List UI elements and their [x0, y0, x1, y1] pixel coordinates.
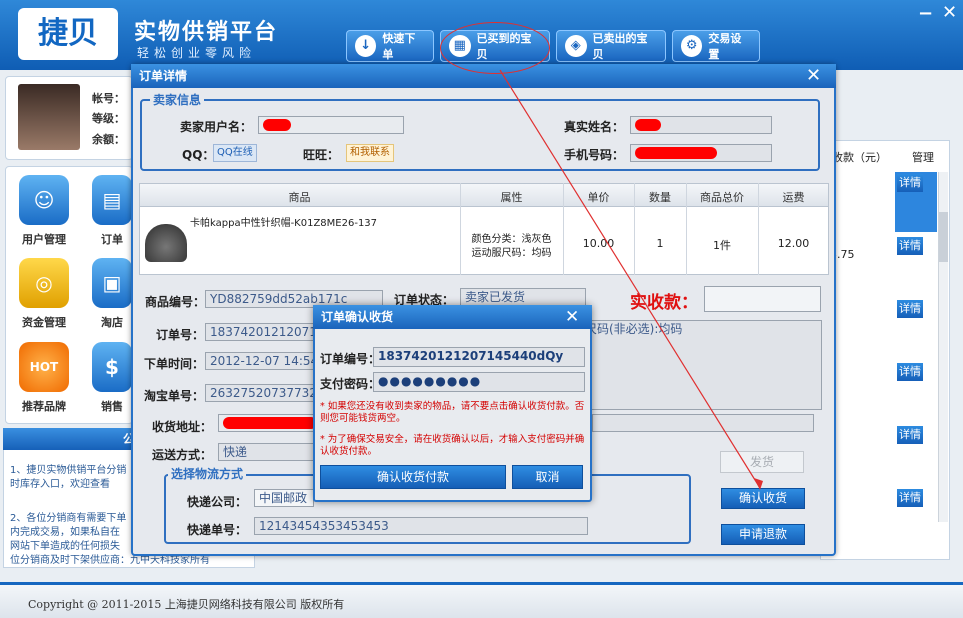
- annotation-arrow: [499, 69, 763, 490]
